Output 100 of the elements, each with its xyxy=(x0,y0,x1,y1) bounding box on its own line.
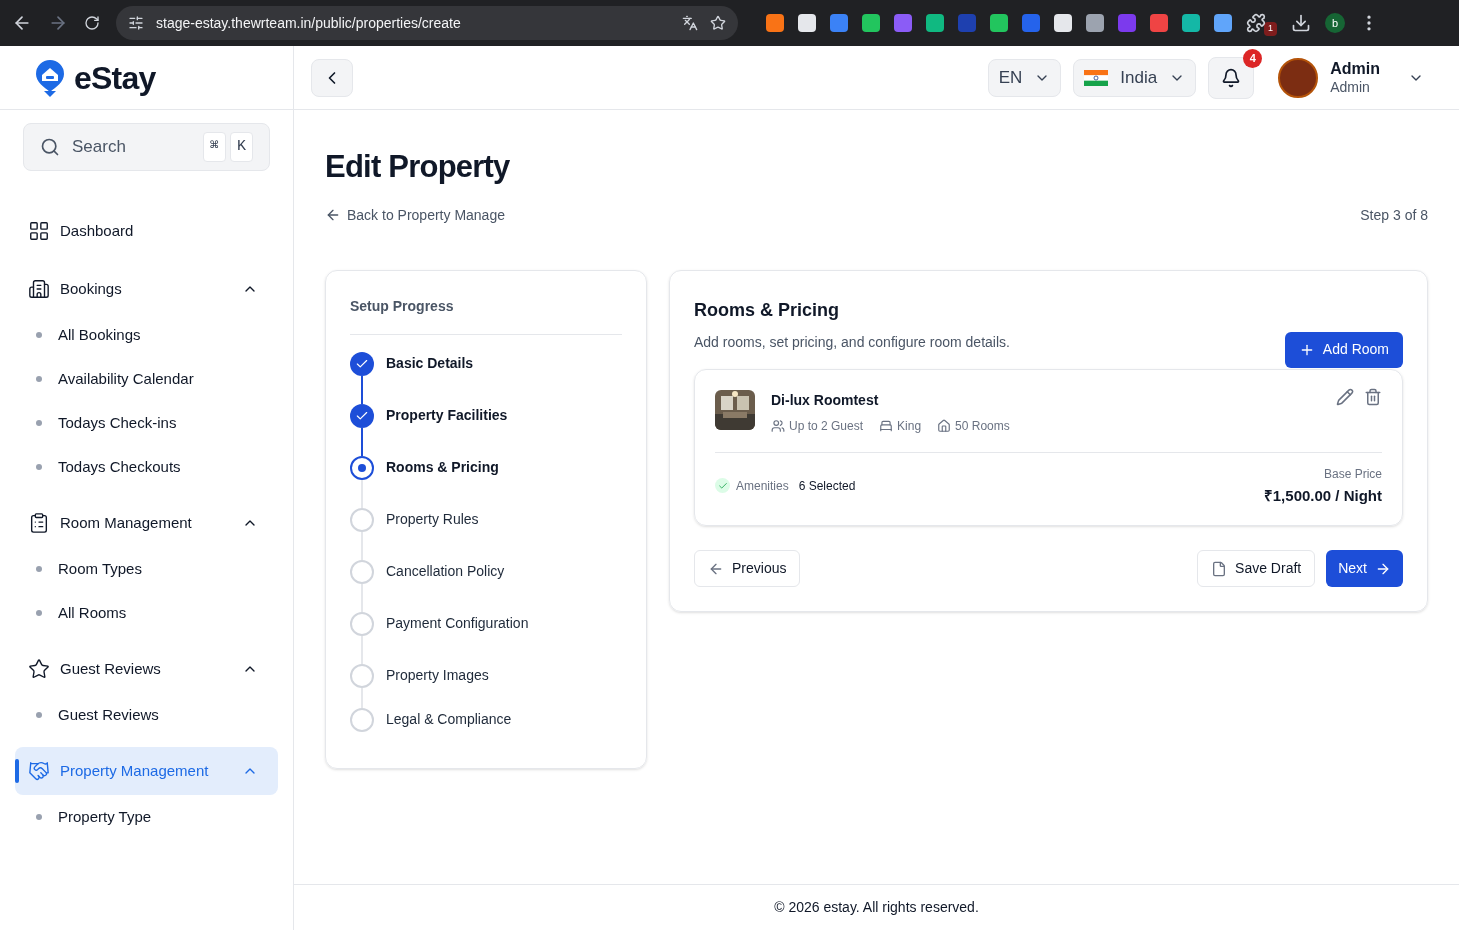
extension-icon[interactable] xyxy=(830,14,848,32)
guests-icon xyxy=(771,418,785,433)
brand-name: eStay xyxy=(74,58,156,98)
bullet-icon xyxy=(36,814,42,820)
check-icon xyxy=(715,478,730,494)
nav-subitem[interactable]: Room Types xyxy=(58,557,142,581)
nav-item[interactable]: Bookings xyxy=(15,265,278,313)
price-value: ₹1,500.00 / Night xyxy=(1263,485,1382,506)
profile-avatar[interactable]: b xyxy=(1325,13,1345,33)
download-icon[interactable] xyxy=(1291,13,1311,33)
file-icon xyxy=(1211,560,1228,577)
nav-subitem[interactable]: Todays Check-ins xyxy=(58,411,177,435)
add-room-button[interactable]: Add Room xyxy=(1284,331,1403,368)
site-settings-icon[interactable] xyxy=(128,15,144,31)
step-label: Cancellation Policy xyxy=(386,562,505,581)
bullet-icon xyxy=(36,610,42,616)
extension-icon[interactable] xyxy=(894,14,912,32)
step-label: Property Rules xyxy=(386,510,479,529)
arrow-left-icon xyxy=(325,207,341,223)
extension-icon[interactable] xyxy=(926,14,944,32)
progress-title: Setup Progress xyxy=(350,295,622,335)
star-icon xyxy=(28,658,50,680)
extension-icon[interactable] xyxy=(766,14,784,32)
amenities-label: Amenities xyxy=(736,477,789,495)
edit-icon[interactable] xyxy=(1336,387,1354,406)
step-label: Basic Details xyxy=(386,354,474,373)
step-label: Property Facilities xyxy=(386,406,508,425)
page-title: Edit Property xyxy=(325,148,511,186)
house-icon xyxy=(937,418,952,433)
room-name: Di-lux Roomtest xyxy=(771,390,880,410)
grid-icon xyxy=(28,220,50,242)
extension-icon[interactable] xyxy=(1182,14,1200,32)
extensions-icon[interactable] xyxy=(1246,13,1266,33)
step-indicator: Step 3 of 8 xyxy=(1360,205,1428,225)
guest-capacity: Up to 2 Guest xyxy=(789,417,864,435)
section-title: Rooms & Pricing xyxy=(694,298,841,322)
room-count: 50 Rooms xyxy=(955,417,1010,435)
extension-badge: 1 xyxy=(1264,22,1277,36)
notification-button[interactable] xyxy=(1208,56,1255,99)
bullet-icon xyxy=(36,566,42,572)
user-avatar[interactable] xyxy=(1278,57,1319,98)
logo-icon xyxy=(34,57,66,98)
handshake-icon xyxy=(28,760,50,782)
section-subtitle: Add rooms, set pricing, and configure room details. xyxy=(694,332,1010,352)
language-select[interactable]: EN xyxy=(987,58,1062,97)
bullet-icon xyxy=(36,420,42,426)
user-name: Admin xyxy=(1330,58,1380,79)
bookmark-icon[interactable] xyxy=(710,15,726,31)
nav-subitem[interactable]: All Bookings xyxy=(58,323,141,347)
extension-icon[interactable] xyxy=(1086,14,1104,32)
user-role: Admin xyxy=(1330,78,1371,97)
nav-item[interactable]: Property Management xyxy=(15,747,278,795)
copyright-text: © 2026 estay. All rights reserved. xyxy=(774,898,979,917)
search-field[interactable]: Search ⌘ K xyxy=(23,123,270,171)
shortcut-key: K xyxy=(230,132,253,162)
search-input[interactable]: Search xyxy=(72,134,199,160)
bullet-icon xyxy=(36,332,42,338)
extension-icon[interactable] xyxy=(1214,14,1232,32)
translate-icon[interactable] xyxy=(682,15,698,31)
flag-icon xyxy=(1084,69,1109,86)
amenities-value: 6 Selected xyxy=(798,477,856,495)
delete-icon[interactable] xyxy=(1364,387,1382,406)
extension-icon[interactable] xyxy=(990,14,1008,32)
next-button[interactable]: Next xyxy=(1326,550,1403,587)
extension-icon[interactable] xyxy=(1022,14,1040,32)
step-label: Rooms & Pricing xyxy=(386,458,499,477)
shortcut-key: ⌘ xyxy=(202,132,226,162)
search-icon xyxy=(40,137,60,157)
nav-subitem[interactable]: Availability Calendar xyxy=(58,367,194,391)
previous-button[interactable]: Previous xyxy=(694,550,801,587)
step-label: Payment Configuration xyxy=(386,614,529,633)
nav-subitem[interactable]: Guest Reviews xyxy=(58,703,159,727)
country-select[interactable]: India xyxy=(1073,58,1197,97)
clipboard-icon xyxy=(28,512,50,534)
nav-subitem[interactable]: Property Type xyxy=(58,805,152,829)
bullet-icon xyxy=(36,464,42,470)
step-label: Legal & Compliance xyxy=(386,710,512,729)
bullet-icon xyxy=(36,712,42,718)
extension-icon[interactable] xyxy=(798,14,816,32)
save-draft-button[interactable]: Save Draft xyxy=(1197,550,1316,587)
extension-icon[interactable] xyxy=(1150,14,1168,32)
bell-icon xyxy=(1221,67,1242,88)
nav-item[interactable]: Dashboard xyxy=(15,207,278,255)
notification-badge: 4 xyxy=(1243,48,1263,68)
bullet-icon xyxy=(36,376,42,382)
extension-icon[interactable] xyxy=(1054,14,1072,32)
reload-icon[interactable] xyxy=(84,15,100,31)
bed-type: King xyxy=(897,417,922,435)
back-link[interactable]: Back to Property Manage xyxy=(325,204,505,226)
address-bar[interactable]: stage-estay.thewrteam.in/public/properties/create xyxy=(116,6,738,40)
price-label: Base Price xyxy=(1323,465,1382,483)
nav-item[interactable]: Room Management xyxy=(15,499,278,547)
bed-icon xyxy=(879,418,894,433)
url-text: stage-estay.thewrteam.in/public/properties/create xyxy=(156,13,462,33)
nav-subitem[interactable]: Todays Checkouts xyxy=(58,455,181,479)
nav-subitem[interactable]: All Rooms xyxy=(58,601,127,625)
nav-item[interactable]: Guest Reviews xyxy=(15,645,278,693)
step-label: Property Images xyxy=(386,666,489,685)
building-icon xyxy=(28,278,50,300)
extension-icon[interactable] xyxy=(862,14,880,32)
